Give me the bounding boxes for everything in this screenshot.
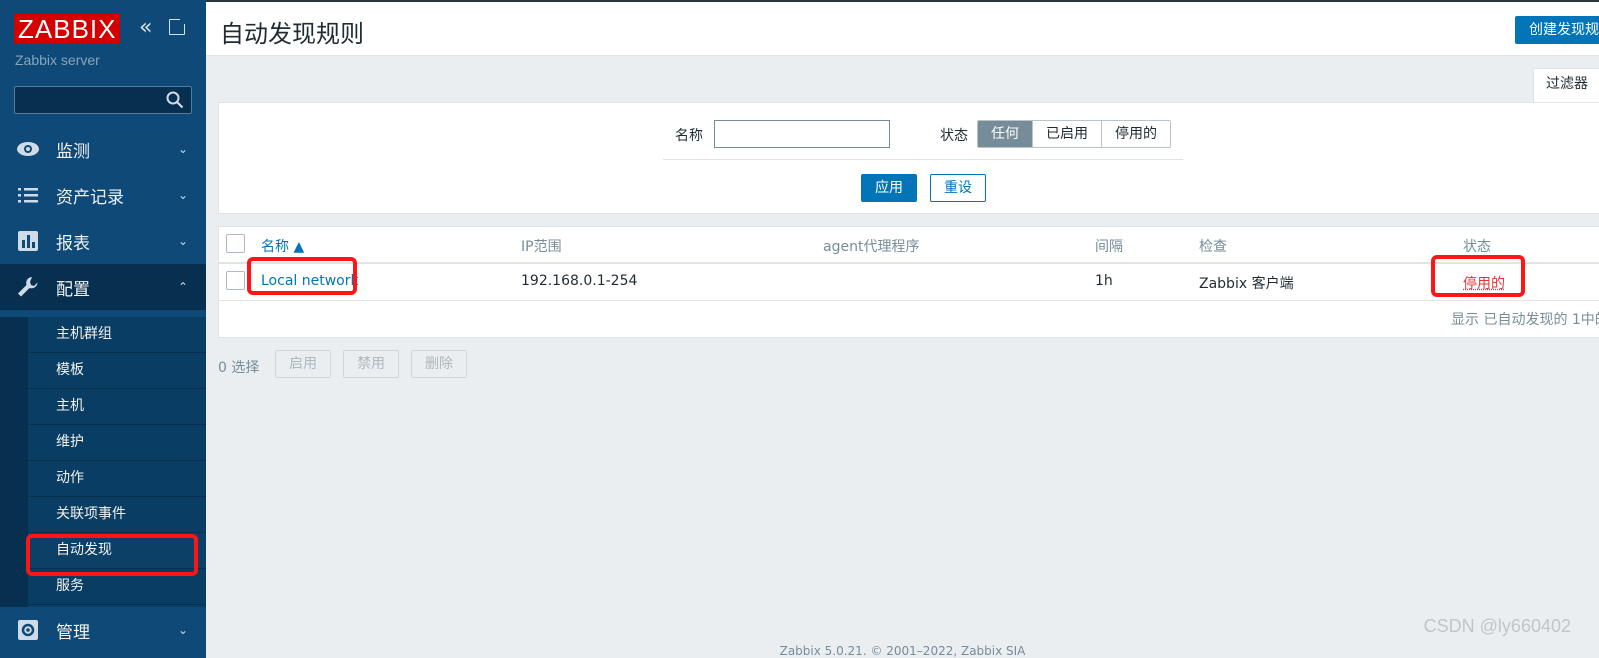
menu-inventory[interactable]: 资产记录 ⌄ xyxy=(0,172,206,218)
bar-chart-icon xyxy=(16,230,40,252)
discovery-rules-table: 名称 ▲ IP范围 agent代理程序 间隔 检查 状态 Local netwo… xyxy=(218,226,1599,338)
list-icon xyxy=(16,184,40,206)
sidebar: ZABBIX « Zabbix server 监测 ⌄ 资产记录 ⌄ 报表 ⌄ … xyxy=(0,0,206,658)
menu-reports-label: 报表 xyxy=(56,229,90,254)
menu-reports[interactable]: 报表 ⌄ xyxy=(0,218,206,264)
filter-tab-label: 过滤器 xyxy=(1546,76,1588,92)
collapse-sidebar-icon[interactable]: « xyxy=(139,18,161,40)
header-divider xyxy=(219,262,1599,264)
bulk-disable-button[interactable]: 禁用 xyxy=(343,350,399,378)
rule-status-toggle[interactable]: 停用的 xyxy=(1463,273,1505,293)
row-checkbox[interactable] xyxy=(226,271,245,290)
page-footer: Zabbix 5.0.21. © 2001–2022, Zabbix SIA xyxy=(206,644,1599,658)
gear-icon xyxy=(16,619,40,641)
chevron-down-icon: ⌄ xyxy=(178,234,188,248)
filter-name-label: 名称 xyxy=(675,125,703,145)
create-discovery-rule-button[interactable]: 创建发现规则 xyxy=(1515,16,1599,44)
selected-count: 0 选择 xyxy=(218,357,259,377)
submenu-services[interactable]: 服务 xyxy=(28,569,206,605)
menu-monitoring-label: 监测 xyxy=(56,137,90,162)
rule-ip-range: 192.168.0.1-254 xyxy=(521,273,637,289)
column-header-name[interactable]: 名称 ▲ xyxy=(261,236,304,256)
submenu-maintenance[interactable]: 维护 xyxy=(28,425,206,461)
chevron-down-icon: ⌄ xyxy=(178,188,188,202)
select-all-checkbox[interactable] xyxy=(226,234,245,253)
bulk-delete-button[interactable]: 删除 xyxy=(411,350,467,378)
chevron-up-icon: ⌃ xyxy=(178,280,188,294)
filter-name-input[interactable] xyxy=(714,120,890,148)
menu-inventory-label: 资产记录 xyxy=(56,183,124,208)
search-icon[interactable] xyxy=(166,91,184,109)
table-footer-count: 显示 已自动发现的 1中的 1 xyxy=(1451,309,1599,329)
configuration-submenu: 主机群组 模板 主机 维护 动作 关联项事件 自动发现 服务 xyxy=(0,317,206,607)
column-header-checks: 检查 xyxy=(1199,236,1227,256)
column-header-status: 状态 xyxy=(1463,236,1491,256)
column-header-ip-range: IP范围 xyxy=(521,236,562,256)
status-option-enabled[interactable]: 已启用 xyxy=(1032,121,1101,147)
status-option-any[interactable]: 任何 xyxy=(978,121,1032,147)
zabbix-logo[interactable]: ZABBIX xyxy=(14,14,120,44)
wrench-icon xyxy=(16,276,40,298)
menu-configuration-label: 配置 xyxy=(56,275,90,300)
watermark: CSDN @ly660402 xyxy=(1424,616,1571,637)
rule-checks: Zabbix 客户端 xyxy=(1199,273,1294,293)
apply-button[interactable]: 应用 xyxy=(861,174,917,202)
row-divider xyxy=(219,300,1599,301)
reset-button[interactable]: 重设 xyxy=(930,174,986,202)
rule-name-link[interactable]: Local network xyxy=(261,273,359,289)
server-name: Zabbix server xyxy=(15,52,100,68)
filter-divider xyxy=(663,159,1183,160)
eye-icon xyxy=(16,138,40,160)
submenu-event-correlation[interactable]: 关联项事件 xyxy=(28,497,206,533)
column-header-proxy: agent代理程序 xyxy=(823,236,919,256)
menu-monitoring[interactable]: 监测 ⌄ xyxy=(0,126,206,172)
page-header: 自动发现规则 创建发现规则 xyxy=(206,0,1599,56)
filter-status-radio-group: 任何 已启用 停用的 xyxy=(977,120,1171,148)
page-title: 自动发现规则 xyxy=(220,14,364,49)
menu-administration[interactable]: 管理 ⌄ xyxy=(0,607,206,653)
kiosk-mode-icon[interactable] xyxy=(169,19,185,35)
chevron-down-icon: ⌄ xyxy=(178,142,188,156)
bulk-enable-button[interactable]: 启用 xyxy=(275,350,331,378)
filter-status-label: 状态 xyxy=(940,125,968,145)
filter-tab[interactable]: 过滤器 xyxy=(1533,68,1599,102)
submenu-templates[interactable]: 模板 xyxy=(28,353,206,389)
column-header-interval: 间隔 xyxy=(1095,236,1123,256)
submenu-hosts[interactable]: 主机 xyxy=(28,389,206,425)
search-input[interactable] xyxy=(14,86,192,114)
submenu-discovery[interactable]: 自动发现 xyxy=(28,533,206,569)
chevron-down-icon: ⌄ xyxy=(178,623,188,637)
submenu-actions[interactable]: 动作 xyxy=(28,461,206,497)
rule-interval: 1h xyxy=(1095,273,1113,289)
menu-configuration[interactable]: 配置 ⌃ xyxy=(0,264,206,310)
menu-administration-label: 管理 xyxy=(56,618,90,643)
submenu-host-groups[interactable]: 主机群组 xyxy=(28,317,206,353)
status-option-disabled[interactable]: 停用的 xyxy=(1101,121,1170,147)
filter-panel: 名称 状态 任何 已启用 停用的 应用 重设 xyxy=(218,102,1599,214)
